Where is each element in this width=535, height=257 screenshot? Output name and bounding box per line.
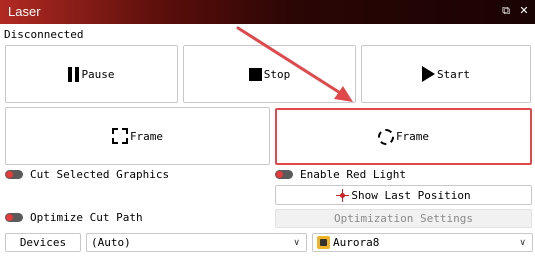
optimize-cut-path-toggle[interactable]: Optimize Cut Path <box>5 211 143 224</box>
close-icon[interactable]: ✕ <box>517 4 531 18</box>
chevron-down-icon: ∨ <box>519 238 526 248</box>
enable-red-light-label: Enable Red Light <box>300 168 406 181</box>
window-title: Laser <box>8 4 41 19</box>
device-logo-icon <box>317 236 330 249</box>
frame-rectangle-label: Frame <box>129 129 164 143</box>
enable-red-light-switch[interactable] <box>275 170 293 179</box>
frame-circle-label: Frame <box>395 130 430 143</box>
start-label: Start <box>436 67 471 81</box>
connection-status: Disconnected <box>4 28 84 41</box>
stop-button[interactable]: Stop <box>183 45 356 103</box>
optimize-cut-path-label: Optimize Cut Path <box>30 211 143 224</box>
frame-square-icon <box>111 128 128 144</box>
chevron-down-icon: ∨ <box>293 238 300 248</box>
pause-icon <box>68 66 80 82</box>
stop-icon <box>248 67 262 81</box>
pause-label: Pause <box>81 67 115 81</box>
frame-rectangle-button[interactable]: Frame <box>5 107 270 165</box>
title-bar: Laser ⧉ ✕ <box>0 0 535 24</box>
pause-button[interactable]: Pause <box>5 45 178 103</box>
optimization-settings-label: Optimization Settings <box>333 212 474 225</box>
cut-selected-toggle[interactable]: Cut Selected Graphics <box>5 168 169 181</box>
frame-circle-icon <box>377 128 394 145</box>
stop-label: Stop <box>263 67 291 81</box>
devices-label: Devices <box>19 236 67 249</box>
crosshair-icon <box>336 188 350 202</box>
optimize-cut-path-switch[interactable] <box>5 213 23 222</box>
enable-red-light-toggle[interactable]: Enable Red Light <box>275 168 406 181</box>
port-select[interactable]: (Auto) ∨ <box>86 233 307 252</box>
device-select[interactable]: Aurora8 ∨ <box>312 233 533 252</box>
cut-selected-switch[interactable] <box>5 170 23 179</box>
show-last-position-label: Show Last Position <box>351 188 471 202</box>
show-last-position-button[interactable]: Show Last Position <box>275 185 532 205</box>
start-button[interactable]: Start <box>361 45 531 103</box>
device-select-value: Aurora8 <box>333 236 380 249</box>
optimization-settings-button[interactable]: Optimization Settings <box>275 209 532 228</box>
restore-icon[interactable]: ⧉ <box>499 4 513 18</box>
start-icon <box>421 66 435 82</box>
devices-button[interactable]: Devices <box>5 233 81 252</box>
cut-selected-label: Cut Selected Graphics <box>30 168 170 181</box>
port-select-value: (Auto) <box>91 236 131 249</box>
frame-circle-button[interactable]: Frame <box>275 108 532 165</box>
